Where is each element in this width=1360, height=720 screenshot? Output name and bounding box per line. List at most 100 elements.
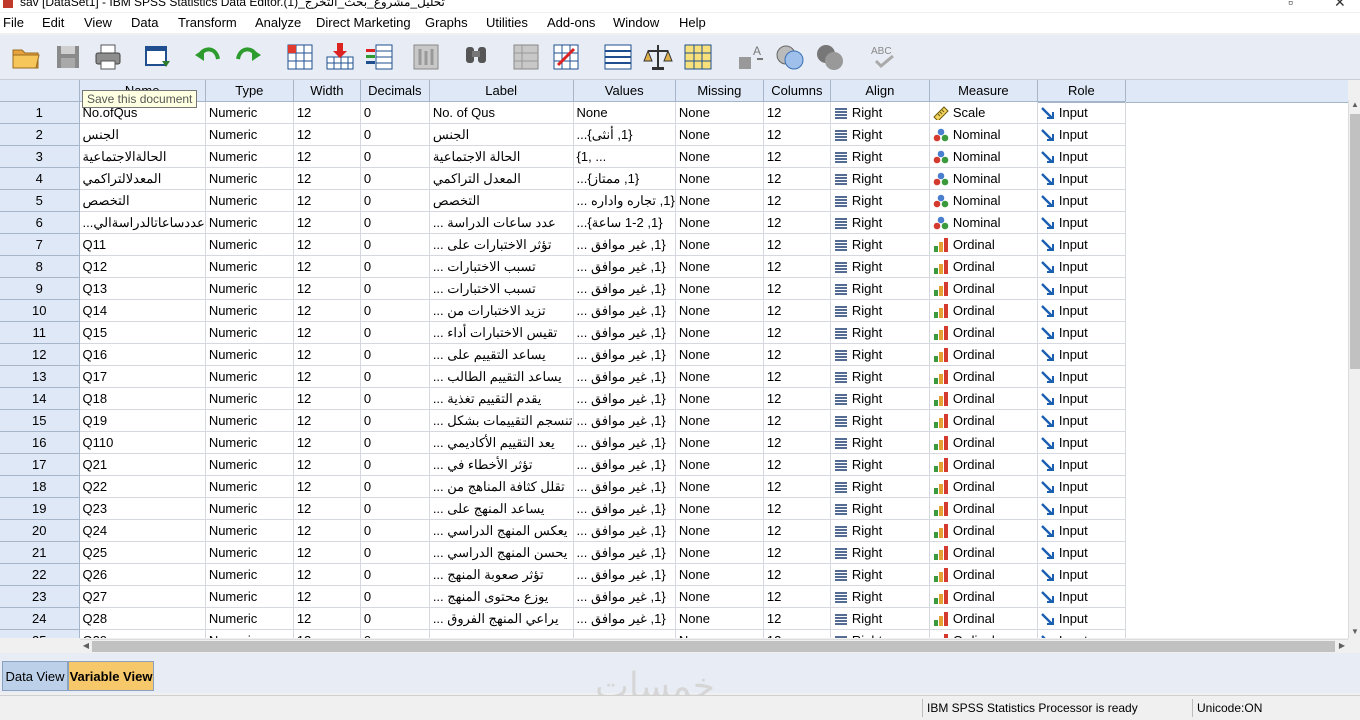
cell-width[interactable]: 12	[293, 277, 361, 300]
cell-label[interactable]: تؤثر صعوبة المنهج ...	[429, 563, 574, 586]
cell-align[interactable]: Right	[830, 123, 930, 146]
cell-decimals[interactable]: 0	[360, 145, 430, 168]
menu-utilities[interactable]: Utilities	[486, 15, 528, 30]
cell-type[interactable]: Numeric	[205, 365, 294, 388]
menu-add-ons[interactable]: Add-ons	[547, 15, 595, 30]
cell-decimals[interactable]: 0	[360, 299, 430, 322]
cell-align[interactable]: Right	[830, 343, 930, 366]
cell-name[interactable]: عددساعاتالدراسةالي...	[79, 211, 206, 234]
row-number[interactable]: 9	[0, 277, 80, 300]
cell-missing[interactable]: None	[675, 255, 764, 278]
cell-name[interactable]: Q18	[79, 387, 206, 410]
col-header-columns[interactable]: Columns	[763, 80, 831, 102]
cell-missing[interactable]: None	[675, 497, 764, 520]
row-number[interactable]: 6	[0, 211, 80, 234]
col-header-missing[interactable]: Missing	[675, 80, 764, 102]
cell-measure[interactable]: Nominal	[929, 167, 1038, 190]
menu-edit[interactable]: Edit	[42, 15, 64, 30]
cell-align[interactable]: Right	[830, 167, 930, 190]
cell-label[interactable]: تقلل كثافة المناهج من ...	[429, 475, 574, 498]
cell-values[interactable]: {1, غير موافق ...	[573, 343, 676, 366]
cell-name[interactable]: Q12	[79, 255, 206, 278]
cell-name[interactable]: التخصص	[79, 189, 206, 212]
cell-decimals[interactable]: 0	[360, 189, 430, 212]
cell-values[interactable]: {1, غير موافق ...	[573, 585, 676, 608]
vertical-scroll-thumb[interactable]	[1350, 114, 1360, 369]
row-number[interactable]: 12	[0, 343, 80, 366]
cell-role[interactable]: Input	[1037, 299, 1126, 322]
cell-measure[interactable]: Ordinal	[929, 431, 1038, 454]
cell-measure[interactable]: Ordinal	[929, 343, 1038, 366]
cell-role[interactable]: Input	[1037, 101, 1126, 124]
cell-measure[interactable]: Nominal	[929, 145, 1038, 168]
cell-missing[interactable]: None	[675, 321, 764, 344]
open-icon[interactable]	[8, 39, 44, 75]
cell-columns[interactable]: 12	[763, 321, 831, 344]
cell-label[interactable]: No. of Qus	[429, 101, 574, 124]
cell-align[interactable]: Right	[830, 101, 930, 124]
row-number[interactable]: 14	[0, 387, 80, 410]
cell-missing[interactable]: None	[675, 629, 764, 638]
cell-values[interactable]: {1, غير موافق ...	[573, 519, 676, 542]
cell-role[interactable]: Input	[1037, 519, 1126, 542]
insert-cases-icon[interactable]	[508, 39, 544, 75]
cell-align[interactable]: Right	[830, 453, 930, 476]
cell-width[interactable]: 12	[293, 255, 361, 278]
cell-type[interactable]: Numeric	[205, 167, 294, 190]
find-icon[interactable]	[458, 39, 494, 75]
cell-measure[interactable]: Ordinal	[929, 255, 1038, 278]
scroll-left-arrow-icon[interactable]: ◀	[80, 640, 92, 652]
cell-width[interactable]: 12	[293, 563, 361, 586]
cell-decimals[interactable]: 0	[360, 255, 430, 278]
cell-columns[interactable]: 12	[763, 101, 831, 124]
cell-measure[interactable]: Ordinal	[929, 497, 1038, 520]
cell-align[interactable]: Right	[830, 189, 930, 212]
menu-graphs[interactable]: Graphs	[425, 15, 468, 30]
cell-values[interactable]: {1, غير موافق ...	[573, 475, 676, 498]
cell-width[interactable]: 12	[293, 497, 361, 520]
save-icon[interactable]	[50, 39, 86, 75]
cell-values[interactable]: {1, أنثى}...	[573, 123, 676, 146]
run-descriptives-icon[interactable]	[408, 39, 444, 75]
cell-decimals[interactable]: 0	[360, 277, 430, 300]
cell-values[interactable]: {1, غير موافق ...	[573, 277, 676, 300]
cell-decimals[interactable]: 0	[360, 629, 430, 638]
col-header-align[interactable]: Align	[830, 80, 930, 102]
row-number[interactable]: 19	[0, 497, 80, 520]
cell-missing[interactable]: None	[675, 453, 764, 476]
cell-columns[interactable]: 12	[763, 431, 831, 454]
menu-help[interactable]: Help	[679, 15, 706, 30]
cell-columns[interactable]: 12	[763, 299, 831, 322]
cell-values[interactable]: {1, ممتاز}...	[573, 167, 676, 190]
cell-missing[interactable]: None	[675, 101, 764, 124]
weight-cases-icon[interactable]	[640, 39, 676, 75]
cell-missing[interactable]: None	[675, 563, 764, 586]
cell-align[interactable]: Right	[830, 519, 930, 542]
cell-width[interactable]: 12	[293, 541, 361, 564]
cell-name[interactable]: الحالةالاجتماعية	[79, 145, 206, 168]
cell-label[interactable]: المعدل التراكمي	[429, 167, 574, 190]
cell-columns[interactable]: 12	[763, 475, 831, 498]
cell-values[interactable]: {1, غير موافق ...	[573, 387, 676, 410]
cell-values[interactable]: {1, غير موافق ...	[573, 453, 676, 476]
row-number[interactable]: 10	[0, 299, 80, 322]
cell-role[interactable]: Input	[1037, 365, 1126, 388]
cell-type[interactable]: Numeric	[205, 211, 294, 234]
cell-missing[interactable]: None	[675, 167, 764, 190]
cell-name[interactable]: Q27	[79, 585, 206, 608]
cell-measure[interactable]: Ordinal	[929, 607, 1038, 630]
cell-measure[interactable]: Ordinal	[929, 453, 1038, 476]
cell-name[interactable]: Q15	[79, 321, 206, 344]
cell-decimals[interactable]: 0	[360, 431, 430, 454]
col-header-role[interactable]: Role	[1037, 80, 1126, 102]
cell-missing[interactable]: None	[675, 365, 764, 388]
cell-label[interactable]: تؤثر الاختبارات على ...	[429, 233, 574, 256]
cell-columns[interactable]: 12	[763, 607, 831, 630]
cell-align[interactable]: Right	[830, 409, 930, 432]
cell-label[interactable]: الحالة الاجتماعية	[429, 145, 574, 168]
cell-values[interactable]: {1, غير موافق ...	[573, 321, 676, 344]
cell-decimals[interactable]: 0	[360, 475, 430, 498]
cell-values[interactable]: {1, غير موافق ...	[573, 365, 676, 388]
cell-align[interactable]: Right	[830, 541, 930, 564]
cell-columns[interactable]: 12	[763, 519, 831, 542]
